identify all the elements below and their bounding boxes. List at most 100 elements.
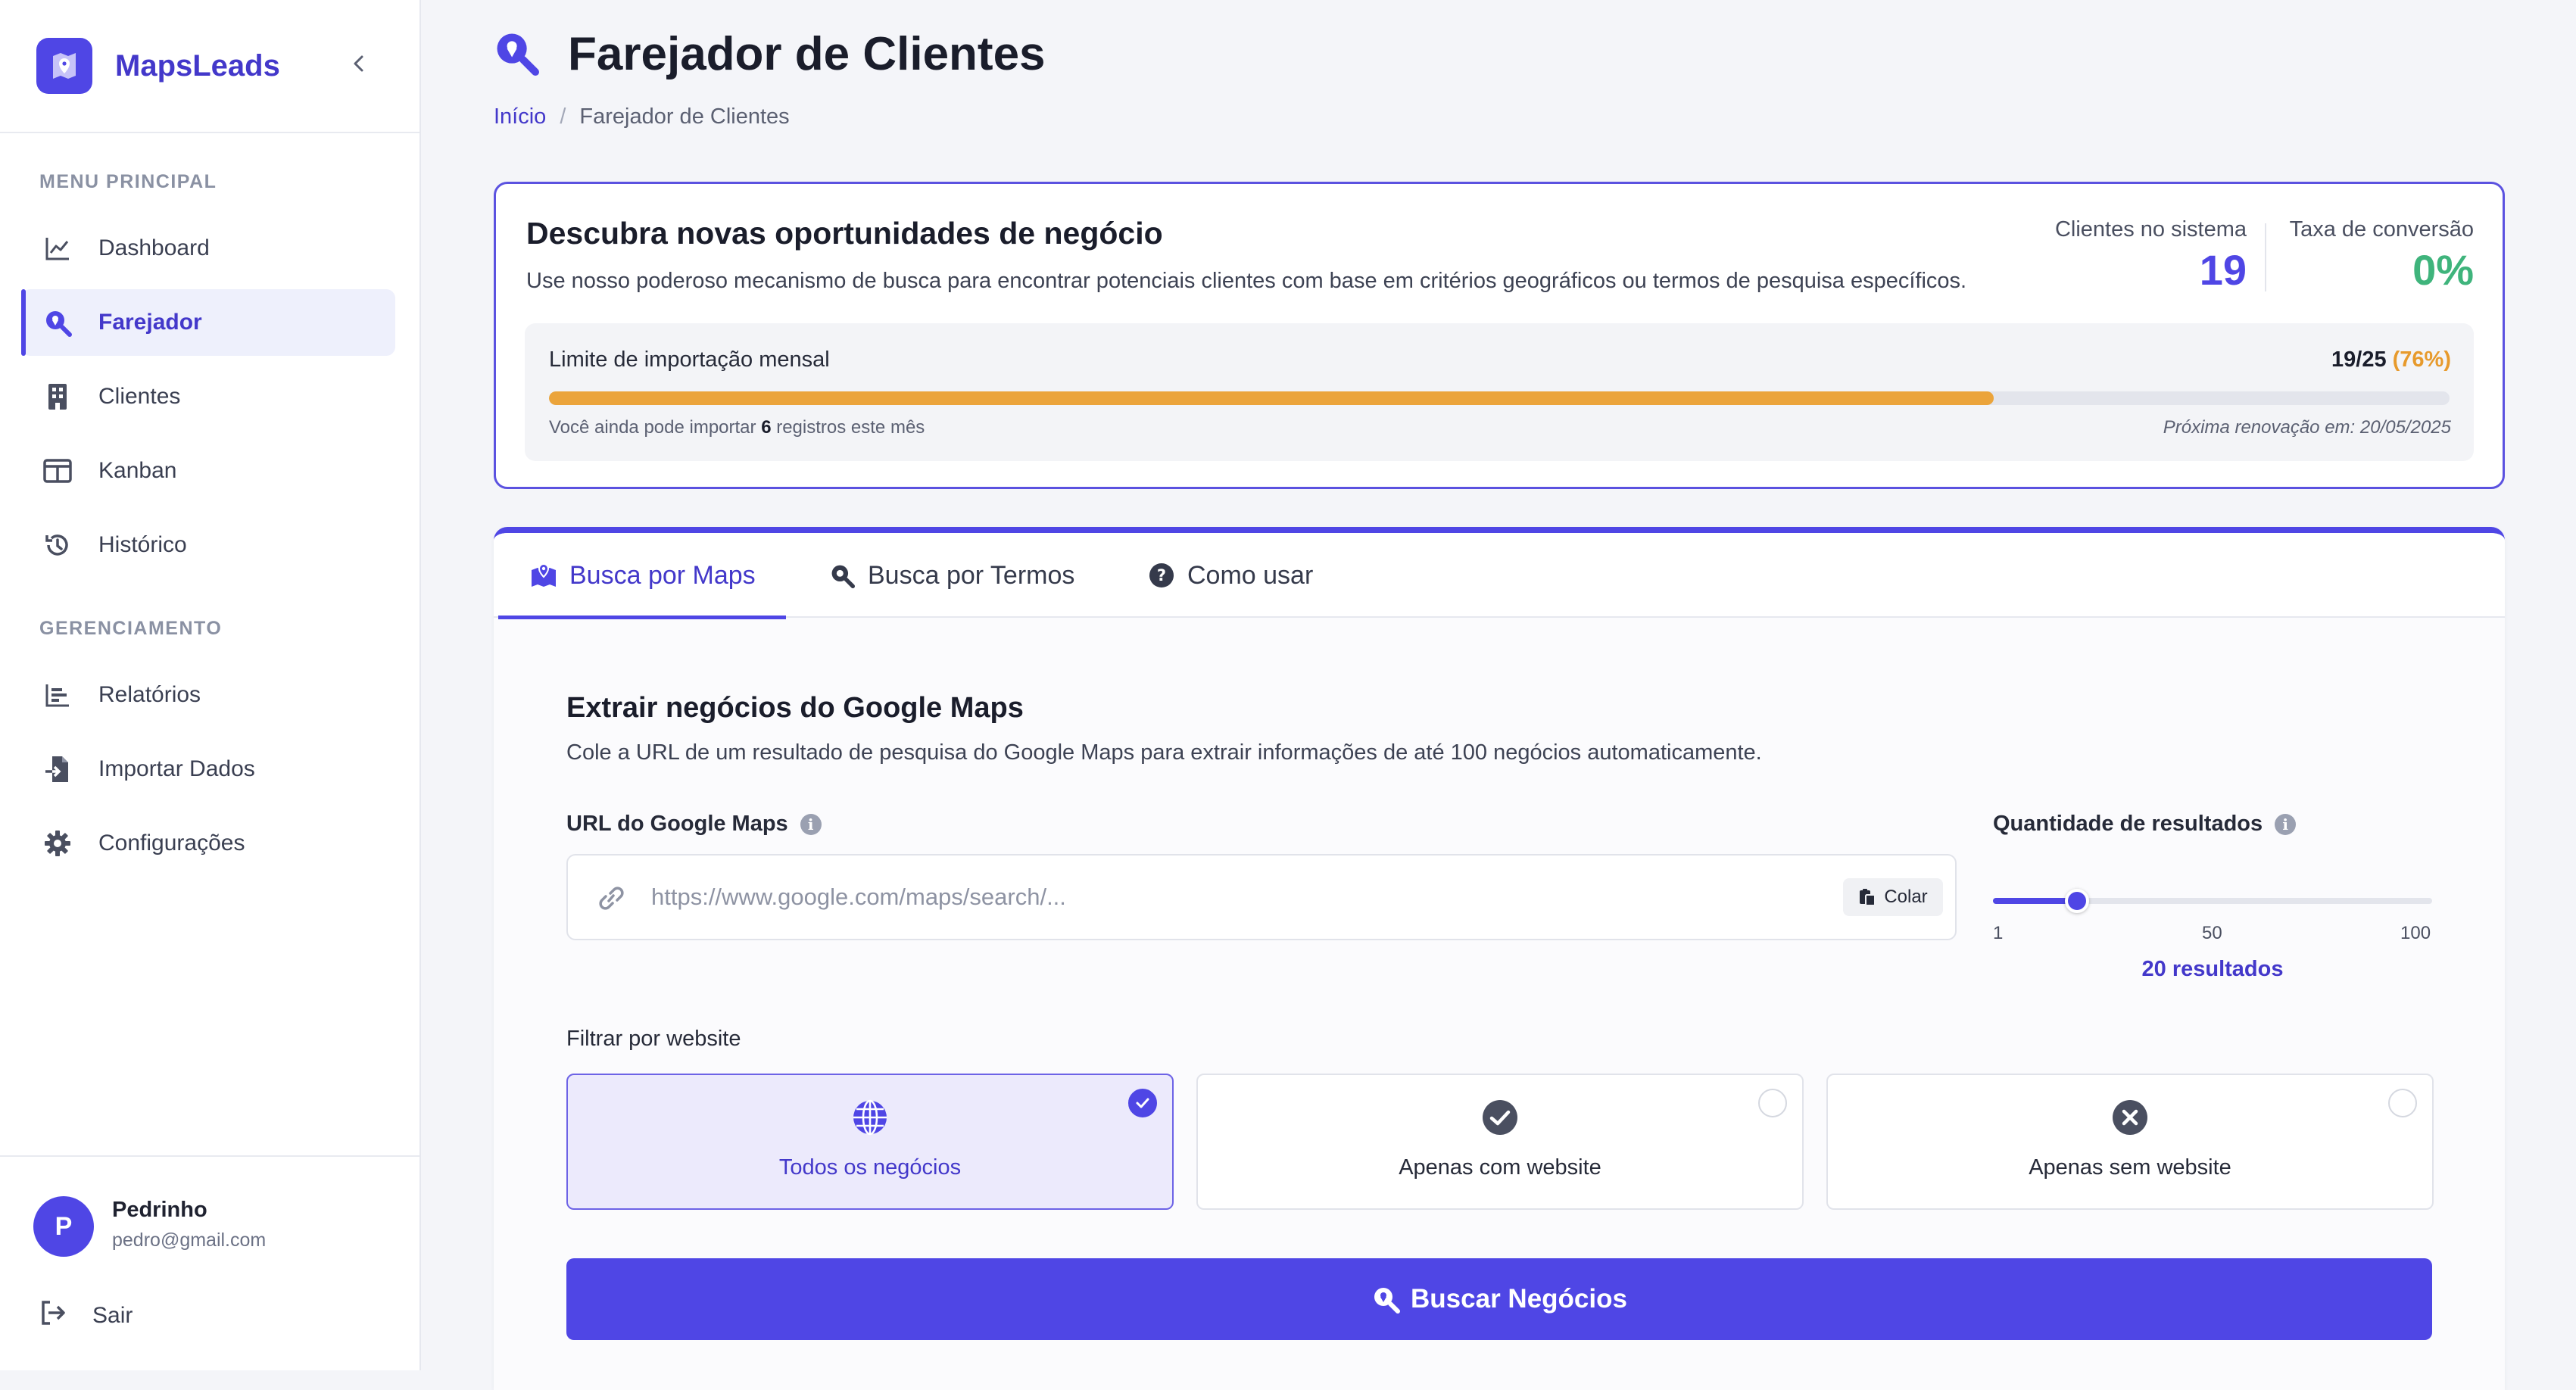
breadcrumb-home-link[interactable]: Início (494, 104, 546, 129)
filter-option-with-website[interactable]: Apenas com website (1196, 1074, 1804, 1210)
url-field-label: URL do Google Maps i (566, 812, 822, 837)
columns-icon (42, 456, 73, 486)
user-email: pedro@gmail.com (112, 1229, 267, 1251)
collapse-sidebar-button[interactable] (342, 47, 376, 80)
tab-busca-por-maps[interactable]: Busca por Maps (498, 533, 786, 619)
filter-radio-checked[interactable] (1128, 1089, 1157, 1117)
sidebar-item-label: Importar Dados (98, 756, 255, 781)
limit-renewal-date: Próxima renovação em: 20/05/2025 (2163, 417, 2451, 438)
link-icon (595, 883, 627, 917)
filter-option-without-website[interactable]: Apenas sem website (1826, 1074, 2434, 1210)
brand-name[interactable]: MapsLeads (115, 49, 280, 83)
sidebar-item-label: Dashboard (98, 235, 210, 260)
sidebar-item-relatorios[interactable]: Relatórios (21, 662, 395, 728)
filter-option-all[interactable]: Todos os negócios (566, 1074, 1174, 1210)
limit-count-value: 19/25 (2331, 348, 2387, 372)
search-businesses-button[interactable]: Buscar Negócios (566, 1258, 2432, 1340)
slider-min-label: 1 (1993, 923, 2004, 943)
chevron-left-icon (354, 55, 363, 72)
sidebar-item-clientes[interactable]: Clientes (21, 363, 395, 430)
logout-button[interactable]: Sair (39, 1299, 133, 1332)
user-profile: P Pedrinho pedro@gmail.com Sair (0, 1155, 419, 1370)
quantity-slider[interactable] (1993, 889, 2432, 913)
sidebar-item-label: Histórico (98, 532, 187, 557)
stat-clients-value: 19 (2199, 246, 2247, 294)
import-progress-bar (549, 391, 2450, 405)
quantity-label-text: Quantidade de resultados (1993, 812, 2263, 836)
sidebar: MapsLeads MENU PRINCIPAL Dashboard Farej… (0, 0, 421, 1370)
page-title: Farejador de Clientes (568, 28, 1046, 80)
tab-bar: Busca por Maps Busca por Termos ? Como u… (494, 533, 2505, 619)
breadcrumb: Início / Farejador de Clientes (494, 104, 790, 129)
limit-count: 19/25 (76%) (2331, 348, 2451, 372)
logout-label: Sair (92, 1303, 133, 1328)
limit-note: Você ainda pode importar 6 registros est… (549, 417, 925, 438)
quantity-result-text: 20 resultados (2141, 957, 2284, 981)
search-location-icon (42, 307, 73, 338)
avatar[interactable]: P (33, 1196, 94, 1257)
url-label-text: URL do Google Maps (566, 812, 788, 836)
maps-url-input[interactable] (651, 878, 1817, 916)
info-icon[interactable]: i (800, 813, 822, 835)
search-location-icon (1371, 1285, 1401, 1314)
sidebar-item-label: Configurações (98, 831, 245, 856)
import-progress-fill (549, 391, 1994, 405)
filter-option-label: Todos os negócios (778, 1155, 962, 1180)
maps-url-field[interactable]: Colar (566, 854, 1957, 940)
filter-radio[interactable] (2388, 1089, 2417, 1117)
chart-line-icon (42, 233, 73, 263)
search-location-icon (492, 29, 539, 79)
times-circle-icon (2110, 1098, 2150, 1137)
import-limit-box: Limite de importação mensal 19/25 (76%) … (525, 323, 2474, 461)
filter-option-label: Apenas com website (1399, 1155, 1601, 1180)
tab-label: Busca por Termos (868, 560, 1075, 590)
maps-logo-icon[interactable] (36, 38, 92, 94)
tab-como-usar[interactable]: ? Como usar (1146, 533, 1313, 618)
maps-form-description: Cole a URL de um resultado de pesquisa d… (566, 740, 1762, 765)
maps-form-title: Extrair negócios do Google Maps (566, 692, 1024, 724)
limit-note-suffix: registros este mês (776, 417, 925, 438)
tab-label: Busca por Maps (569, 560, 756, 590)
filter-label: Filtrar por website (566, 1027, 741, 1051)
stat-divider (2265, 223, 2266, 291)
sidebar-item-configuracoes[interactable]: Configurações (21, 810, 395, 877)
search-icon (827, 560, 857, 591)
paste-icon (1858, 887, 1876, 907)
sidebar-item-importar-dados[interactable]: Importar Dados (21, 736, 395, 803)
slider-max-label: 100 (2400, 923, 2431, 943)
check-circle-icon (1480, 1098, 1520, 1137)
limit-title: Limite de importação mensal (549, 348, 830, 372)
history-icon (42, 530, 73, 560)
quantity-slider-thumb[interactable] (2065, 889, 2090, 913)
sidebar-item-farejador[interactable]: Farejador (21, 289, 395, 356)
hero-title: Descubra novas oportunidades de negócio (526, 216, 1163, 251)
limit-note-prefix: Você ainda pode importar (549, 417, 756, 438)
stat-clients: Clientes no sistema 19 (2055, 217, 2247, 295)
nav-section-main: MENU PRINCIPAL (39, 171, 217, 192)
map-marked-icon (529, 560, 559, 591)
hero-description: Use nosso poderoso mecanismo de busca pa… (526, 269, 1967, 293)
quantity-field-label: Quantidade de resultados i (1993, 812, 2297, 837)
search-panel: Busca por Maps Busca por Termos ? Como u… (494, 527, 2505, 1390)
stat-conversion-label: Taxa de conversão (2289, 217, 2474, 242)
sidebar-item-label: Kanban (98, 458, 177, 483)
breadcrumb-current: Farejador de Clientes (579, 104, 790, 129)
filter-radio[interactable] (1758, 1089, 1787, 1117)
sidebar-item-kanban[interactable]: Kanban (21, 438, 395, 504)
opportunities-card: Descubra novas oportunidades de negócio … (494, 182, 2505, 489)
brand-header: MapsLeads (0, 0, 419, 133)
nav-section-manage: GERENCIAMENTO (39, 618, 223, 639)
page-header: Farejador de Clientes (492, 27, 1046, 81)
info-icon[interactable]: i (2275, 813, 2297, 835)
limit-note-count: 6 (761, 417, 772, 438)
sidebar-item-historico[interactable]: Histórico (21, 512, 395, 578)
filter-option-label: Apenas sem website (2029, 1155, 2231, 1180)
slider-mid-label: 50 (2202, 923, 2222, 943)
tab-busca-por-termos[interactable]: Busca por Termos (827, 533, 1074, 618)
bar-chart-icon (42, 680, 73, 710)
gear-icon (42, 828, 73, 859)
sidebar-item-dashboard[interactable]: Dashboard (21, 215, 395, 282)
paste-button[interactable]: Colar (1843, 878, 1943, 916)
file-import-icon (42, 754, 73, 784)
question-circle-icon: ? (1146, 560, 1177, 591)
